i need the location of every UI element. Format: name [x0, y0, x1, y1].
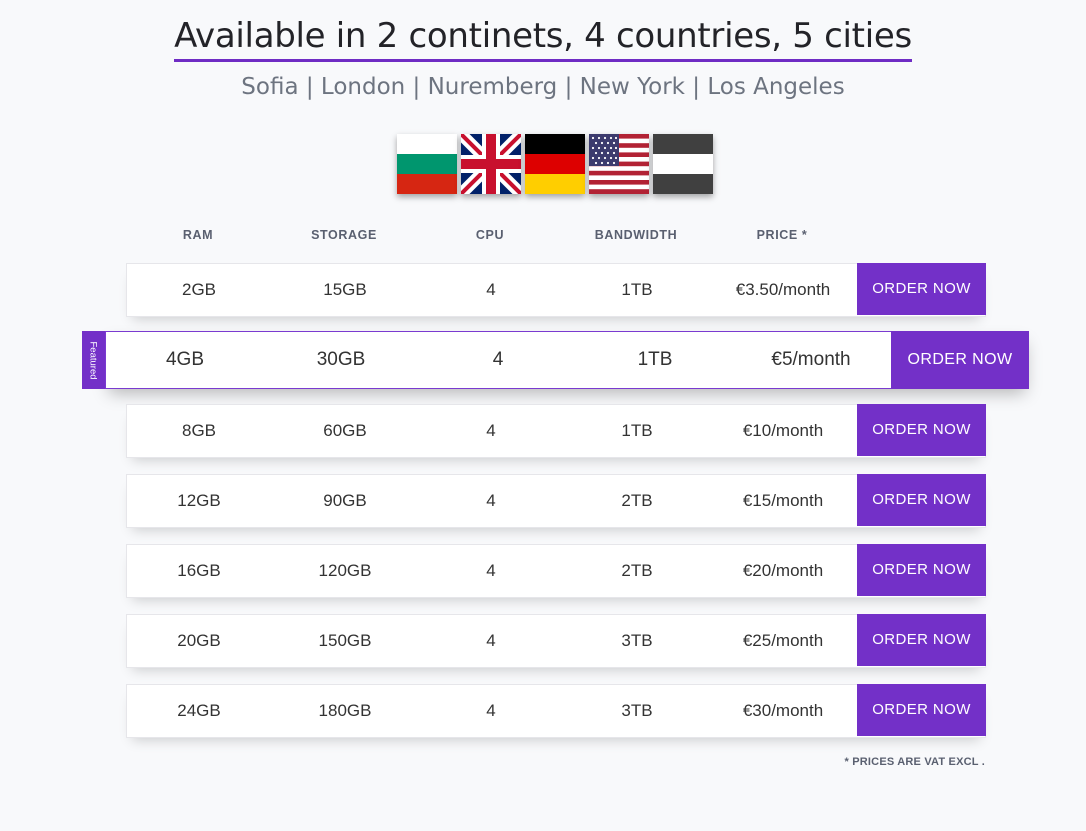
order-now-button[interactable]: ORDER NOW — [857, 474, 986, 526]
plan-row: 20GB 150GB 4 3TB €25/month ORDER NOW — [126, 614, 986, 668]
ram-cell: 8GB — [181, 421, 217, 440]
ram-column-header: RAM — [182, 228, 214, 242]
storage-cell: 90GB — [323, 491, 367, 510]
plan-row: 16GB 120GB 4 2TB €20/month ORDER NOW — [126, 544, 986, 598]
cpu-column-header: CPU — [475, 228, 505, 242]
bandwidth-cell: 3TB — [621, 701, 653, 720]
cpu-cell: 4 — [492, 349, 504, 370]
cpu-cell: 4 — [486, 561, 496, 580]
cpu-cell: 4 — [486, 421, 496, 440]
order-now-button[interactable]: ORDER NOW — [857, 404, 986, 456]
bandwidth-cell: 1TB — [621, 280, 653, 299]
plan-row: 8GB 60GB 4 1TB €10/month ORDER NOW — [126, 404, 986, 458]
order-now-button[interactable]: ORDER NOW — [857, 263, 986, 315]
cities-list: Sofia | London | Nuremberg | New York | … — [241, 74, 845, 100]
price-cell: €30/month — [742, 701, 824, 720]
price-cell: €25/month — [742, 631, 824, 650]
price-column-header: PRICE * — [756, 228, 808, 242]
storage-cell: 120GB — [318, 561, 372, 580]
la-flag-icon — [653, 134, 713, 194]
bandwidth-cell: 3TB — [621, 631, 653, 650]
germany-flag-icon — [525, 134, 585, 194]
order-now-button[interactable]: ORDER NOW — [857, 684, 986, 736]
table-header: RAM STORAGE CPU BANDWIDTH PRICE * — [126, 228, 856, 244]
price-cell: €20/month — [742, 561, 824, 580]
cpu-cell: 4 — [486, 280, 496, 299]
headline-wrap: Available in 2 continets, 4 countries, 5… — [0, 16, 1086, 62]
order-now-button[interactable]: ORDER NOW — [891, 331, 1029, 389]
vat-note: * PRICES ARE VAT EXCL . — [844, 756, 985, 768]
bandwidth-cell: 2TB — [621, 561, 653, 580]
featured-plan-row: Featured 4GB 30GB 4 1TB €5/month ORDER N… — [82, 331, 1029, 389]
storage-cell: 150GB — [318, 631, 372, 650]
bandwidth-cell: 2TB — [621, 491, 653, 510]
cpu-cell: 4 — [486, 631, 496, 650]
storage-cell: 180GB — [318, 701, 372, 720]
ram-cell: 4GB — [165, 349, 205, 370]
order-now-button[interactable]: ORDER NOW — [857, 614, 986, 666]
page-title: Available in 2 continets, 4 countries, 5… — [174, 16, 912, 62]
uk-flag-icon — [461, 134, 521, 194]
ram-cell: 12GB — [177, 491, 221, 510]
price-cell: €10/month — [742, 421, 824, 440]
bulgaria-flag-icon — [397, 134, 457, 194]
bandwidth-cell: 1TB — [637, 349, 673, 370]
flags-row — [397, 134, 713, 194]
featured-badge: Featured — [82, 331, 105, 389]
order-now-button[interactable]: ORDER NOW — [857, 544, 986, 596]
plan-row: 12GB 90GB 4 2TB €15/month ORDER NOW — [126, 474, 986, 528]
plan-row: 24GB 180GB 4 3TB €30/month ORDER NOW — [126, 684, 986, 738]
ram-cell: 20GB — [177, 631, 221, 650]
price-cell: €15/month — [742, 491, 824, 510]
price-cell: €5/month — [771, 349, 851, 370]
storage-cell: 30GB — [316, 349, 366, 370]
ram-cell: 16GB — [177, 561, 221, 580]
bandwidth-column-header: BANDWIDTH — [594, 228, 678, 242]
bandwidth-cell: 1TB — [621, 421, 653, 440]
usa-flag-icon — [589, 134, 649, 194]
storage-cell: 60GB — [323, 421, 367, 440]
price-cell: €3.50/month — [735, 280, 831, 299]
cpu-cell: 4 — [486, 491, 496, 510]
ram-cell: 2GB — [181, 280, 217, 299]
plan-row: 2GB 15GB 4 1TB €3.50/month ORDER NOW — [126, 263, 986, 317]
storage-cell: 15GB — [323, 280, 367, 299]
storage-column-header: STORAGE — [311, 228, 377, 242]
ram-cell: 24GB — [177, 701, 221, 720]
cpu-cell: 4 — [486, 701, 496, 720]
featured-label: Featured — [88, 340, 99, 380]
